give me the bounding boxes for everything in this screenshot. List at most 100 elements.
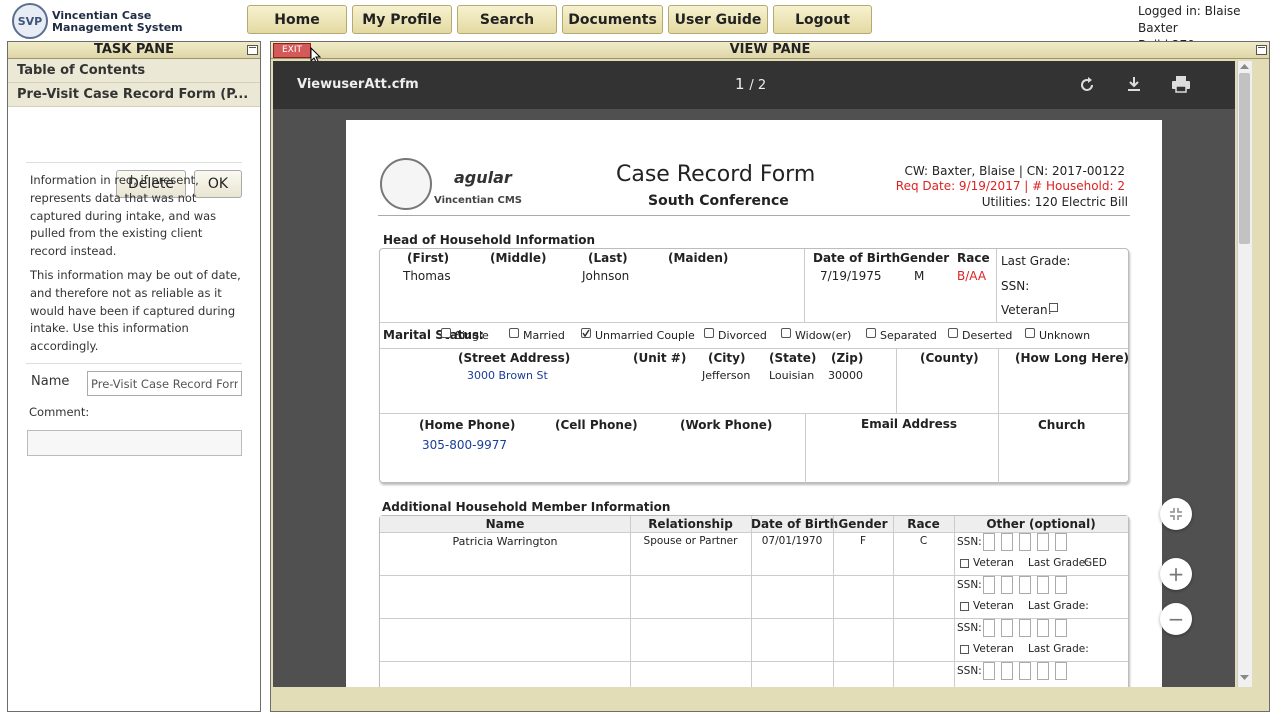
pdf-viewer: ViewuserAtt.cfm 1 / 2 agular Vincentian … (273, 61, 1235, 687)
pdf-page: agular Vincentian CMS Case Record Form S… (346, 120, 1162, 687)
city-value: Jefferson (702, 369, 751, 382)
zip-value: 30000 (828, 369, 863, 382)
request-line: Req Date: 9/19/2017 | # Household: 2 (895, 179, 1125, 193)
reliability-note: This information may be out of date, and… (30, 268, 241, 354)
marital-checkbox[interactable] (948, 328, 958, 338)
marital-checkbox[interactable] (866, 328, 876, 338)
print-icon[interactable] (1171, 75, 1191, 93)
rotate-icon[interactable] (1078, 76, 1096, 94)
comment-field[interactable] (27, 430, 242, 456)
ssn-digit-box[interactable] (1001, 662, 1013, 680)
table-row (380, 618, 1128, 661)
zoom-out-icon[interactable]: − (1160, 603, 1192, 635)
member-ssn-label: SSN: (957, 536, 982, 548)
dob-value: 7/19/1975 (820, 269, 882, 283)
name-field[interactable] (87, 371, 242, 396)
maximize-icon[interactable] (247, 45, 258, 55)
ssn-digit-box[interactable] (1001, 533, 1013, 551)
email-label: Email Address (861, 417, 958, 431)
unit-label: (Unit #) (633, 351, 687, 365)
ssn-digit-box[interactable] (1055, 619, 1067, 637)
ssn-digit-box[interactable] (1019, 619, 1031, 637)
download-icon[interactable] (1125, 75, 1143, 93)
work-phone-label: (Work Phone) (680, 418, 773, 432)
marital-checkbox[interactable] (781, 328, 791, 338)
ssn-digit-box[interactable] (1037, 576, 1049, 594)
form-title: Case Record Form (616, 162, 816, 187)
ssn-digit-box[interactable] (983, 619, 995, 637)
marital-checkbox[interactable] (581, 328, 591, 338)
scrollbar-thumb[interactable] (1239, 73, 1250, 244)
last-name-label: (Last) (588, 251, 628, 265)
nav-home-button[interactable]: Home (247, 5, 347, 34)
nav-search-button[interactable]: Search (457, 5, 557, 34)
marital-checkbox[interactable] (704, 328, 714, 338)
member-veteran-checkbox[interactable] (960, 645, 969, 654)
page-current[interactable]: 1 (735, 75, 745, 93)
view-pane-title: VIEW PANE (729, 42, 811, 57)
nav-my-profile-button[interactable]: My Profile (352, 5, 452, 34)
member-ssn-label: SSN: (957, 665, 982, 677)
scroll-down-icon[interactable] (1240, 675, 1249, 681)
member-ssn-label: SSN: (957, 622, 982, 634)
member-veteran-label: Veteran (973, 557, 1014, 569)
zoom-in-icon[interactable]: + (1160, 558, 1192, 590)
gender-label: Gender (900, 251, 950, 265)
hoh-heading: Head of Household Information (383, 233, 596, 247)
dob-label: Date of Birth (813, 251, 901, 265)
member-ssn-label: SSN: (957, 579, 982, 591)
toc-item[interactable]: Table of Contents (8, 59, 260, 83)
street-value: 3000 Brown St (467, 369, 548, 382)
marital-checkbox[interactable] (509, 328, 519, 338)
maximize-icon[interactable] (1256, 45, 1267, 55)
member-veteran-label: Veteran (973, 643, 1014, 655)
member-last-grade-label: Last Grade: (1028, 557, 1089, 569)
ssn-digit-box[interactable] (983, 662, 995, 680)
task-pane: TASK PANE Table of Contents Pre-Visit Ca… (7, 41, 261, 712)
ssn-digit-box[interactable] (1019, 576, 1031, 594)
fit-page-icon[interactable] (1160, 498, 1192, 530)
ssn-digit-box[interactable] (1055, 576, 1067, 594)
member-race: C (919, 535, 928, 547)
ssn-digit-box[interactable] (1055, 662, 1067, 680)
member-veteran-checkbox[interactable] (960, 559, 969, 568)
marital-checkbox[interactable] (1025, 328, 1035, 338)
middle-name-label: (Middle) (490, 251, 547, 265)
ssn-digit-box[interactable] (1037, 662, 1049, 680)
marital-checkbox[interactable] (441, 328, 451, 338)
exit-button[interactable]: EXIT (273, 43, 311, 58)
red-info-note: Information in red, if present, represen… (30, 173, 217, 259)
nav-documents-button[interactable]: Documents (562, 5, 663, 34)
members-col-header: Gender (838, 517, 888, 531)
members-heading: Additional Household Member Information (382, 500, 671, 514)
ssn-digit-box[interactable] (1001, 576, 1013, 594)
ssn-digit-box[interactable] (1019, 533, 1031, 551)
marital-option-label: Unknown (1039, 329, 1091, 342)
ssn-digit-box[interactable] (1037, 619, 1049, 637)
scroll-up-icon[interactable] (1240, 64, 1249, 70)
home-phone-label: (Home Phone) (419, 418, 516, 432)
nav-logout-button[interactable]: Logout (773, 5, 872, 34)
member-veteran-checkbox[interactable] (960, 602, 969, 611)
veteran-label: Veteran: (1001, 303, 1052, 317)
members-col-header: Name (485, 517, 525, 531)
nav-user-guide-button[interactable]: User Guide (668, 5, 768, 34)
ssn-digit-box[interactable] (983, 533, 995, 551)
veteran-checkbox[interactable] (1049, 303, 1058, 312)
ssn-digit-box[interactable] (1019, 662, 1031, 680)
street-label: (Street Address) (458, 351, 571, 365)
member-dob: 07/01/1970 (761, 535, 823, 547)
ssn-digit-box[interactable] (983, 576, 995, 594)
app-header: SVP Vincentian Case Management System Ho… (0, 0, 1280, 52)
how-long-label: (How Long Here) (1015, 351, 1129, 365)
first-name-label: (First) (407, 251, 450, 265)
member-last-grade-label: Last Grade: (1028, 600, 1089, 612)
marital-option-label: Deserted (962, 329, 1013, 342)
ssn-digit-box[interactable] (1001, 619, 1013, 637)
ssn-digit-box[interactable] (1037, 533, 1049, 551)
form-item[interactable]: Pre-Visit Case Record Form (P... (8, 83, 260, 107)
first-name-value: Thomas (403, 269, 451, 283)
ssn-digit-box[interactable] (1055, 533, 1067, 551)
comment-label: Comment: (29, 405, 90, 419)
svp-logo: SVP (12, 3, 48, 39)
